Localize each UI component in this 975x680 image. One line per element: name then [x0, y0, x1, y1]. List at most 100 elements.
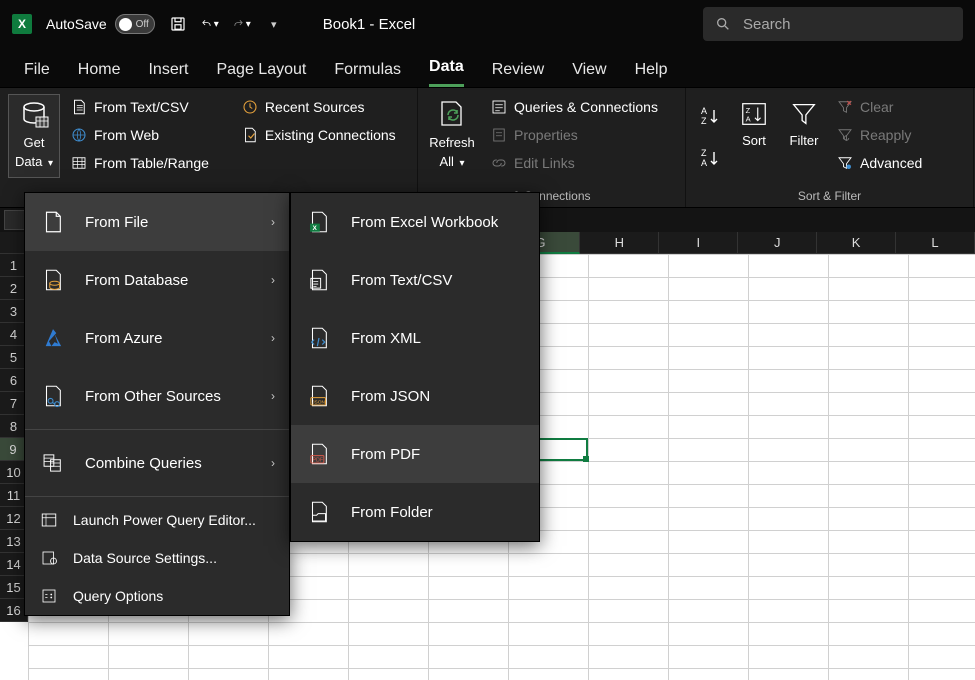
refresh-icon	[436, 99, 468, 131]
toggle-knob	[119, 18, 132, 31]
menu-from-file[interactable]: From File ›	[25, 193, 289, 251]
existing-connections-button[interactable]: Existing Connections	[237, 122, 400, 148]
autosave-label: AutoSave	[46, 16, 107, 32]
save-icon[interactable]	[169, 15, 187, 33]
queries-connections-button[interactable]: Queries & Connections	[486, 94, 662, 120]
tab-file[interactable]: File	[24, 61, 50, 87]
svg-text:A: A	[701, 158, 707, 168]
tab-insert[interactable]: Insert	[148, 61, 188, 87]
menu-from-excel-workbook[interactable]: X From Excel Workbook	[291, 193, 539, 251]
sort-button[interactable]: ZA Sort	[732, 94, 776, 178]
menu-data-source-settings[interactable]: Data Source Settings...	[25, 539, 289, 577]
column-header[interactable]: I	[659, 232, 738, 254]
menu-divider	[25, 496, 289, 497]
tab-data[interactable]: Data	[429, 58, 464, 87]
title-bar: X AutoSave Off ▾ ▾ ▾ Book1 - Excel Searc…	[0, 0, 975, 48]
combine-icon	[39, 449, 67, 477]
svg-text:JSON: JSON	[312, 399, 325, 405]
menu-from-xml[interactable]: From XML	[291, 309, 539, 367]
edit-links-button[interactable]: Edit Links	[486, 150, 662, 176]
ribbon-tabs: File Home Insert Page Layout Formulas Da…	[0, 48, 975, 88]
xml-icon	[305, 324, 333, 352]
advanced-icon	[836, 154, 854, 172]
from-file-submenu: X From Excel Workbook From Text/CSV From…	[290, 192, 540, 542]
search-placeholder: Search	[743, 16, 791, 33]
qat-customize-icon[interactable]: ▾	[265, 15, 283, 33]
chevron-down-icon: ▾	[246, 19, 251, 30]
chevron-right-icon: ›	[271, 456, 275, 470]
column-header[interactable]: J	[738, 232, 817, 254]
chevron-right-icon: ›	[271, 389, 275, 403]
link-icon	[490, 154, 508, 172]
list-icon	[490, 98, 508, 116]
from-table-range-button[interactable]: From Table/Range	[66, 150, 213, 176]
from-text-csv-button[interactable]: From Text/CSV	[66, 94, 213, 120]
autosave-control[interactable]: AutoSave Off	[46, 14, 155, 34]
recent-sources-button[interactable]: Recent Sources	[237, 94, 400, 120]
clock-icon	[241, 98, 259, 116]
folder-icon	[305, 498, 333, 526]
chevron-right-icon: ›	[271, 215, 275, 229]
editor-icon	[39, 510, 59, 530]
svg-text:Z: Z	[701, 148, 707, 158]
ribbon-group-get-transform: Get Data ▾ From Text/CSV From Web From T…	[0, 88, 418, 207]
tab-page-layout[interactable]: Page Layout	[216, 61, 306, 87]
ribbon-group-connections: Refresh All ▾ Queries & Connections Prop…	[418, 88, 686, 207]
tab-formulas[interactable]: Formulas	[334, 61, 401, 87]
menu-query-options[interactable]: Query Options	[25, 577, 289, 615]
column-header[interactable]: K	[817, 232, 896, 254]
excel-app-icon: X	[12, 14, 32, 34]
filter-button[interactable]: Filter	[782, 94, 826, 178]
menu-from-azure[interactable]: From Azure ›	[25, 309, 289, 367]
sort-asc-button[interactable]: AZ	[694, 100, 726, 132]
clear-filter-button[interactable]: Clear	[832, 94, 926, 120]
reapply-button[interactable]: Reapply	[832, 122, 926, 148]
menu-from-other-sources[interactable]: From Other Sources ›	[25, 367, 289, 425]
column-header[interactable]: H	[580, 232, 659, 254]
menu-combine-queries[interactable]: Combine Queries ›	[25, 434, 289, 492]
menu-from-pdf[interactable]: PDF From PDF	[291, 425, 539, 483]
other-sources-icon	[39, 382, 67, 410]
svg-text:A: A	[746, 115, 751, 124]
chevron-right-icon: ›	[271, 273, 275, 287]
from-web-button[interactable]: From Web	[66, 122, 213, 148]
menu-from-json[interactable]: JSON From JSON	[291, 367, 539, 425]
name-box[interactable]	[4, 210, 26, 230]
properties-button[interactable]: Properties	[486, 122, 662, 148]
ribbon: Get Data ▾ From Text/CSV From Web From T…	[0, 88, 975, 208]
menu-from-text-csv[interactable]: From Text/CSV	[291, 251, 539, 309]
reapply-icon	[836, 126, 854, 144]
menu-from-database[interactable]: From Database ›	[25, 251, 289, 309]
menu-from-folder[interactable]: From Folder	[291, 483, 539, 541]
database-icon	[18, 99, 50, 131]
properties-icon	[490, 126, 508, 144]
autosave-toggle[interactable]: Off	[115, 14, 155, 34]
refresh-all-button[interactable]: Refresh All ▾	[426, 94, 478, 178]
group-label-sort-filter: Sort & Filter	[686, 189, 973, 203]
sort-desc-button[interactable]: ZA	[694, 142, 726, 174]
tab-home[interactable]: Home	[78, 61, 121, 87]
column-header[interactable]: L	[896, 232, 975, 254]
json-icon: JSON	[305, 382, 333, 410]
search-input[interactable]: Search	[703, 7, 963, 41]
advanced-filter-button[interactable]: Advanced	[832, 150, 926, 176]
sort-dialog-icon: ZA	[739, 99, 769, 129]
document-title: Book1 - Excel	[323, 16, 416, 33]
azure-icon	[39, 324, 67, 352]
ribbon-group-sort-filter: AZ ZA ZA Sort Filter Clear	[686, 88, 974, 207]
get-data-menu: From File › From Database › From Azure ›…	[24, 192, 290, 616]
table-icon	[70, 154, 88, 172]
menu-launch-power-query[interactable]: Launch Power Query Editor...	[25, 501, 289, 539]
tab-help[interactable]: Help	[635, 61, 668, 87]
svg-text:A: A	[701, 106, 707, 116]
undo-icon[interactable]: ▾	[201, 15, 219, 33]
excel-file-icon: X	[305, 208, 333, 236]
database-icon	[39, 266, 67, 294]
pdf-icon: PDF	[305, 440, 333, 468]
svg-text:PDF: PDF	[313, 457, 324, 463]
tab-review[interactable]: Review	[492, 61, 544, 87]
globe-icon	[70, 126, 88, 144]
tab-view[interactable]: View	[572, 61, 606, 87]
redo-icon[interactable]: ▾	[233, 15, 251, 33]
get-data-button[interactable]: Get Data ▾	[8, 94, 60, 178]
